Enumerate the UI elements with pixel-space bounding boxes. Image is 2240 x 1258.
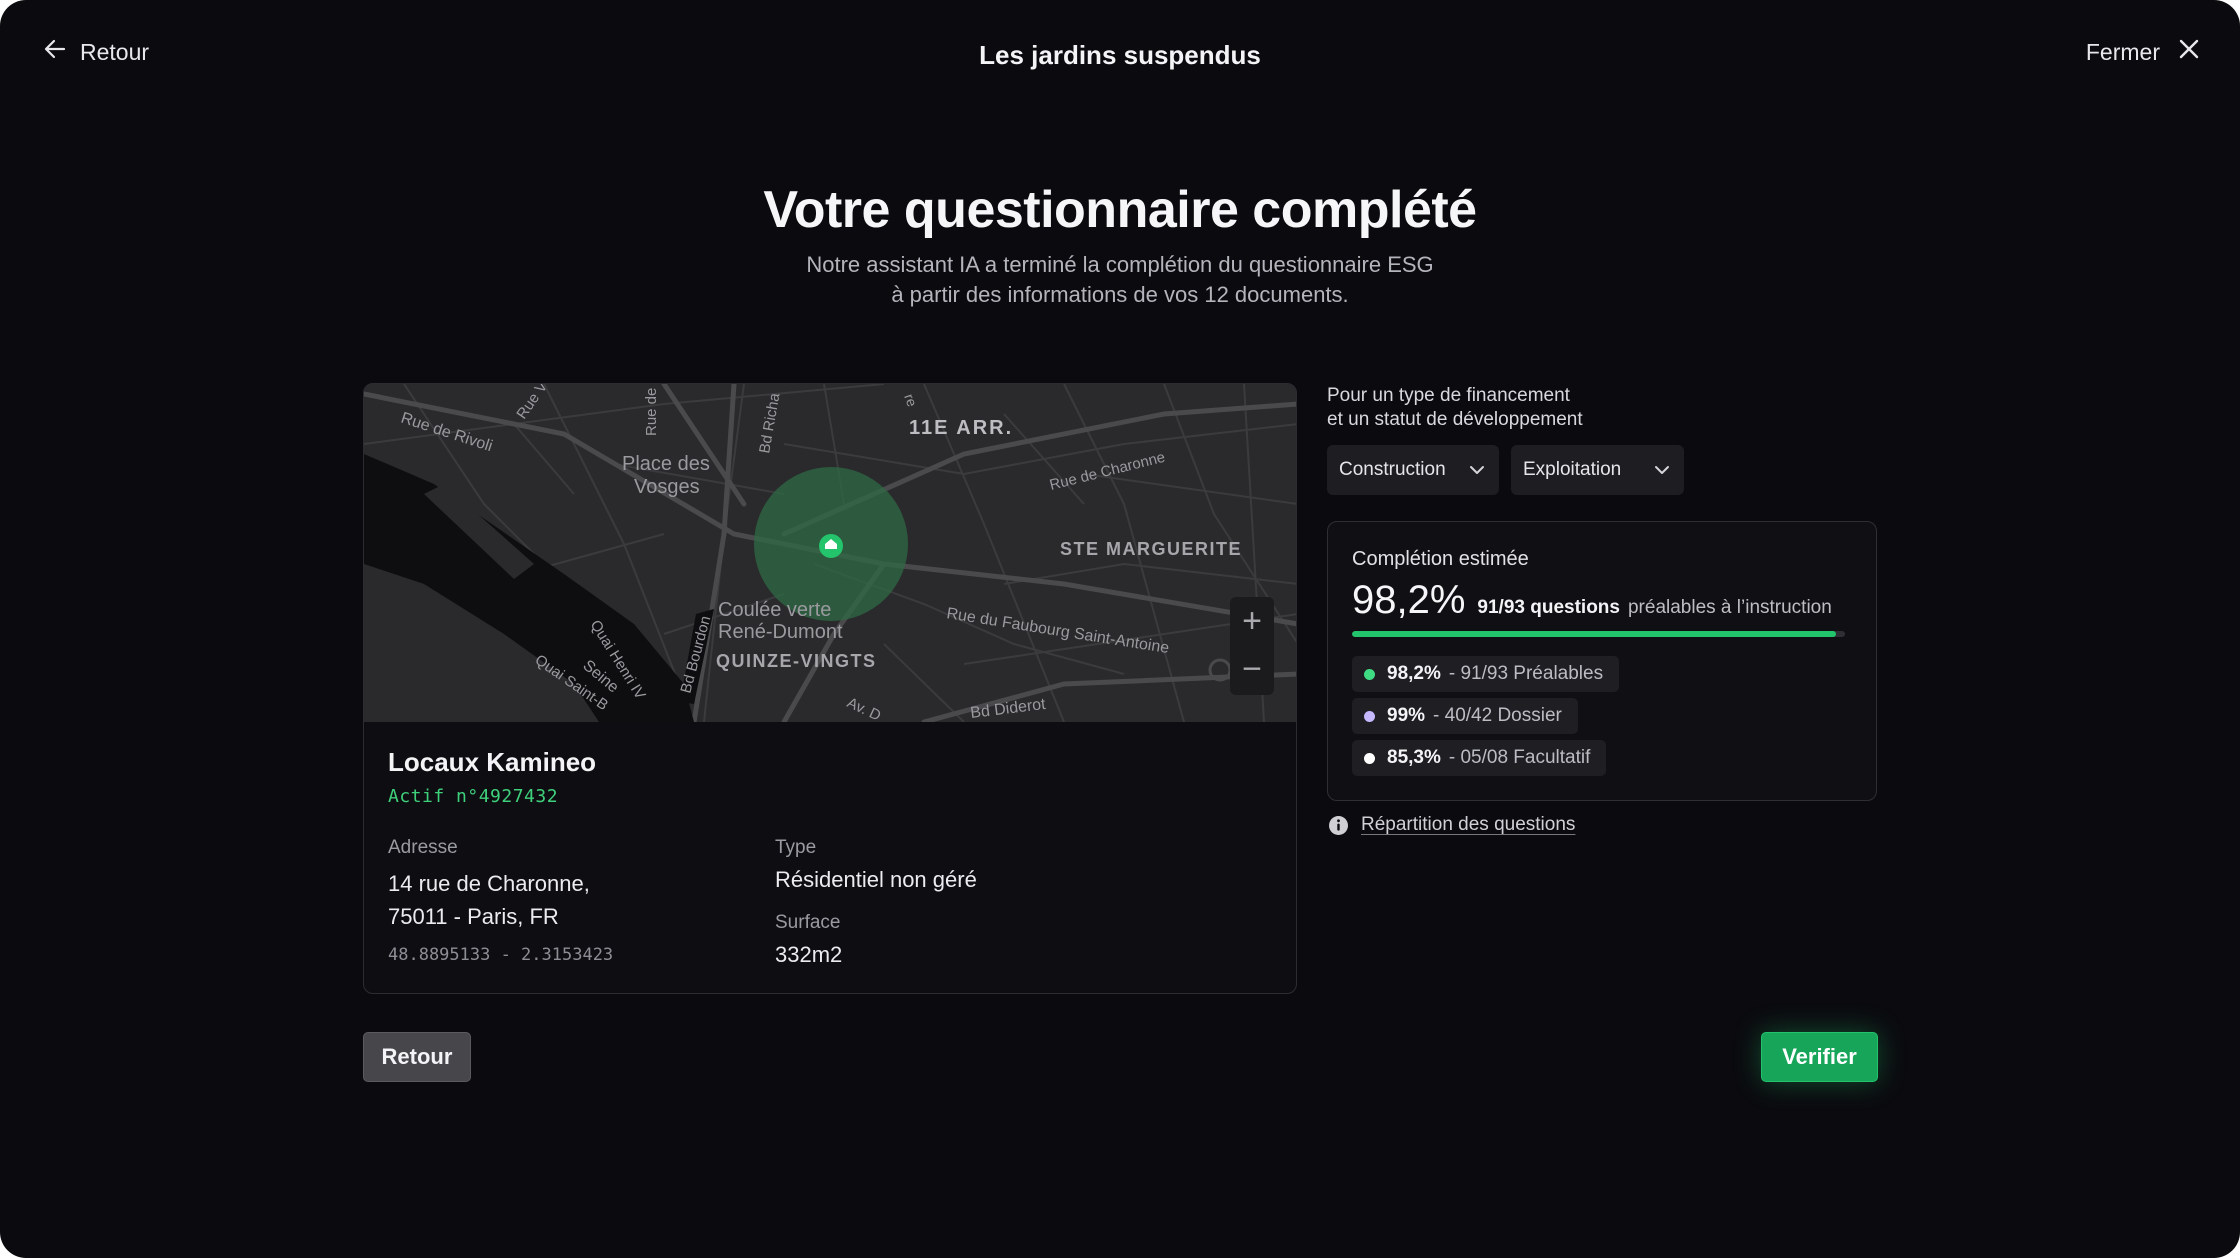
development-status-value: Exploitation — [1523, 459, 1622, 480]
chevron-down-icon — [1470, 466, 1484, 474]
window-title: Les jardins suspendus — [979, 40, 1261, 70]
stat-dossier-percent: 99% — [1387, 705, 1426, 726]
completion-panel: Complétion estimée 98,2% 91/93 questions… — [1327, 521, 1877, 801]
header-close-link[interactable]: Fermer — [2086, 38, 2200, 66]
subtitle-line-2: à partir des informations de vos 12 docu… — [891, 282, 1349, 307]
stat-prealables-detail: - 91/93 Préalables — [1448, 663, 1604, 684]
address-line-1: 14 rue de Charonne, — [388, 871, 590, 896]
development-status-select[interactable]: Exploitation — [1511, 445, 1684, 495]
map-label-ste-marguerite: STE MARGUERITE — [1060, 539, 1242, 559]
coordinates: 48.8895133 - 2.3153423 — [388, 945, 614, 965]
financing-type-value: Construction — [1339, 459, 1446, 480]
info-icon — [1329, 815, 1348, 835]
completion-progress-fill — [1352, 631, 1837, 637]
stat-facultatif: 85,3% - 05/08 Facultatif — [1352, 740, 1607, 776]
map-label-coulee-2: René-Dumont — [718, 621, 843, 643]
completion-suffix: préalables à l’instruction — [1627, 597, 1832, 618]
lavender-dot-icon — [1364, 710, 1375, 722]
map-label-place-vosges-1: Place des — [622, 453, 710, 475]
completion-headline: 98,2% 91/93 questions préalables à l’ins… — [1352, 578, 1832, 623]
address-line-2: 75011 - Paris, FR — [388, 904, 559, 929]
map-label-quinze-vingts: QUINZE-VINGTS — [716, 651, 877, 671]
zoom-in-button[interactable]: + — [1230, 599, 1274, 643]
property-card: Rue de Rivoli Rue V Rue de Bd Richa re 1… — [363, 383, 1297, 994]
stat-dossier-detail: - 40/42 Dossier — [1433, 705, 1562, 726]
financing-label-line-1: Pour un type de financement — [1327, 385, 1570, 406]
stat-facultatif-percent: 85,3% — [1387, 747, 1441, 768]
financing-label-line-2: et un statut de développement — [1327, 409, 1583, 430]
chevron-down-icon — [1655, 466, 1669, 474]
location-map[interactable]: Rue de Rivoli Rue V Rue de Bd Richa re 1… — [364, 384, 1296, 722]
question-breakdown-link[interactable]: Répartition des questions — [1328, 814, 1575, 836]
map-label-11e-arr: 11E ARR. — [909, 417, 1013, 439]
top-bar: Retour Les jardins suspendus Fermer — [0, 0, 2240, 112]
stat-facultatif-detail: - 05/08 Facultatif — [1448, 747, 1591, 768]
map-zoom-control: + − — [1230, 597, 1274, 695]
completion-question-count: 91/93 questions — [1477, 597, 1620, 618]
address-label: Adresse — [388, 837, 458, 858]
completion-percent: 98,2% — [1352, 578, 1466, 622]
verify-button[interactable]: Verifier — [1761, 1032, 1878, 1082]
type-column: Type Résidentiel non géré Surface 332m2 — [775, 837, 1235, 971]
map-label-rue-de: Rue de — [643, 388, 660, 436]
map-canvas: Rue de Rivoli Rue V Rue de Bd Richa re 1… — [364, 384, 1296, 722]
zoom-out-button[interactable]: − — [1230, 647, 1274, 691]
question-breakdown-label: Répartition des questions — [1361, 814, 1576, 835]
asset-id: Actif n°4927432 — [388, 786, 559, 807]
type-value: Résidentiel non géré — [775, 867, 977, 892]
financing-type-select[interactable]: Construction — [1327, 445, 1499, 495]
green-dot-icon — [1364, 668, 1375, 680]
white-dot-icon — [1364, 752, 1375, 764]
completion-label: Complétion estimée — [1352, 548, 1529, 570]
close-icon — [2178, 38, 2200, 66]
map-label-place-vosges-2: Vosges — [634, 476, 700, 498]
asset-name: Locaux Kamineo — [388, 747, 597, 777]
subtitle-line-1: Notre assistant IA a terminé la compléti… — [806, 252, 1434, 277]
header-close-label: Fermer — [2085, 38, 2160, 65]
surface-value: 332m2 — [775, 942, 843, 967]
stat-dossier: 99% - 40/42 Dossier — [1352, 698, 1578, 734]
page-title: Votre questionnaire complété — [763, 181, 1477, 239]
financing-context-label: Pour un type de financement et un statut… — [1327, 384, 1583, 432]
back-button[interactable]: Retour — [363, 1032, 471, 1082]
surface-label: Surface — [775, 912, 841, 933]
page-subtitle: Notre assistant IA a terminé la compléti… — [0, 250, 2240, 310]
stat-prealables-percent: 98,2% — [1387, 663, 1441, 684]
completion-progress-bar — [1352, 631, 1845, 637]
stat-prealables: 98,2% - 91/93 Préalables — [1352, 656, 1620, 692]
app-window: Retour Les jardins suspendus Fermer Votr… — [0, 0, 2240, 1258]
property-details: Locaux Kamineo Actif n°4927432 Adresse 1… — [388, 747, 1268, 967]
map-label-coulee-1: Coulée verte — [718, 599, 831, 621]
type-label: Type — [775, 837, 817, 858]
address-column: Adresse 14 rue de Charonne, 75011 - Pari… — [388, 837, 768, 965]
